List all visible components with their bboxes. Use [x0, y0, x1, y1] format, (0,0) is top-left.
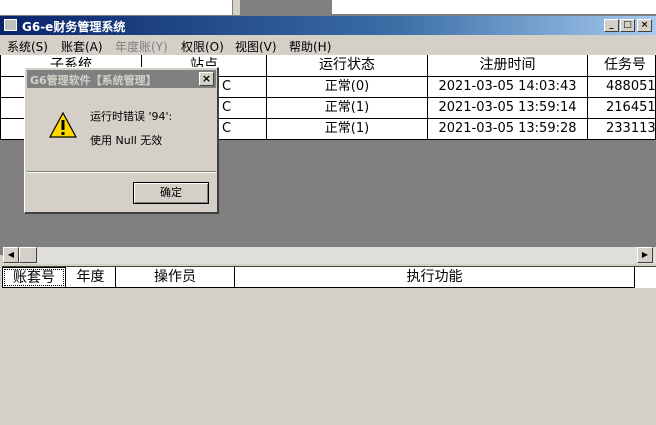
operation-grid-header: 账套号 年度 操作员 执行功能: [2, 266, 656, 288]
dialog-divider: [27, 171, 216, 173]
minimize-button[interactable]: _: [604, 19, 619, 32]
scroll-left-arrow-icon[interactable]: ◀: [3, 247, 19, 263]
background-divider: [232, 0, 240, 15]
background-gray-area: [240, 0, 332, 15]
col-account-set-no[interactable]: 账套号: [2, 267, 66, 288]
cell-task: 233113: [588, 119, 656, 140]
cell-status: 正常(1): [267, 98, 428, 119]
col-operator[interactable]: 操作员: [116, 267, 235, 288]
col-run-status[interactable]: 运行状态: [267, 55, 428, 77]
col-year[interactable]: 年度: [66, 267, 116, 288]
scroll-thumb[interactable]: [19, 247, 37, 263]
cell-status: 正常(1): [267, 119, 428, 140]
col-task-no[interactable]: 任务号: [588, 55, 656, 77]
window-title: G6-e财务管理系统: [22, 20, 126, 34]
restore-button[interactable]: □: [620, 19, 635, 32]
error-dialog: G6管理软件【系统管理】 × 运行时错误 '94': 使用 Null 无效 确定: [24, 67, 219, 214]
cell-task: 488051: [588, 77, 656, 98]
dialog-title-bar[interactable]: G6管理软件【系统管理】 ×: [27, 70, 216, 88]
background-window-strip: [0, 0, 656, 15]
cell-time: 2021-03-05 14:03:43: [428, 77, 588, 98]
cell-time: 2021-03-05 13:59:14: [428, 98, 588, 119]
warning-icon: [49, 112, 77, 138]
menu-bar: 系统(S) 账套(A) 年度账(Y) 权限(O) 视图(V) 帮助(H): [0, 35, 656, 55]
menu-annual-account[interactable]: 年度账(Y): [115, 38, 168, 55]
col-executed-function[interactable]: 执行功能: [235, 267, 635, 288]
title-bar[interactable]: G6-e财务管理系统 _ □ ×: [0, 16, 656, 35]
cell-time: 2021-03-05 13:59:28: [428, 119, 588, 140]
cell-task: 216451: [588, 98, 656, 119]
col-register-time[interactable]: 注册时间: [428, 55, 588, 77]
cell-status: 正常(0): [267, 77, 428, 98]
error-message-line1: 运行时错误 '94':: [90, 110, 173, 123]
scroll-right-arrow-icon[interactable]: ▶: [637, 247, 653, 263]
horizontal-scrollbar[interactable]: ◀ ▶: [3, 247, 656, 264]
app-icon[interactable]: [4, 19, 17, 31]
close-button[interactable]: ×: [637, 19, 652, 32]
background-bar: [332, 0, 656, 15]
ok-button[interactable]: 确定: [133, 182, 209, 204]
menu-system[interactable]: 系统(S): [7, 38, 48, 55]
error-message-line2: 使用 Null 无效: [90, 134, 163, 147]
menu-account-set[interactable]: 账套(A): [61, 38, 103, 55]
dialog-title: G6管理软件【系统管理】: [30, 74, 157, 87]
dialog-close-button[interactable]: ×: [199, 72, 214, 86]
menu-help[interactable]: 帮助(H): [289, 38, 331, 55]
menu-view[interactable]: 视图(V): [235, 38, 277, 55]
menu-permission[interactable]: 权限(O): [181, 38, 224, 55]
